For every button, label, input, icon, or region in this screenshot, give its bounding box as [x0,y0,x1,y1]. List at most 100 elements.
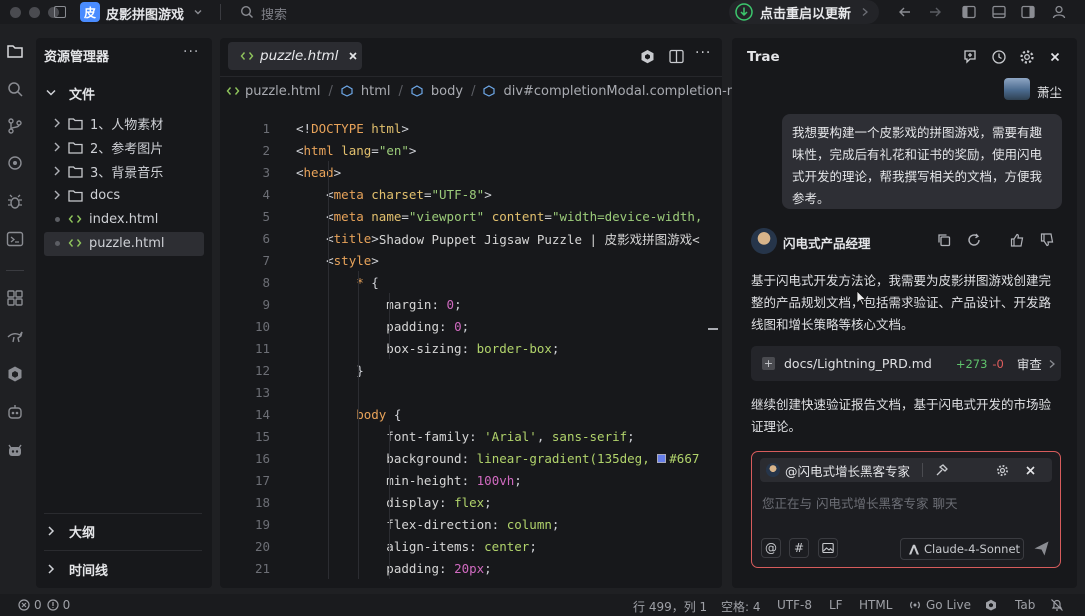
code-area[interactable]: 1 <! DOCTYPE html >2 < html lang = "en" >3 < head >… [220,106,722,588]
update-button[interactable]: 点击重启以更新 [729,0,879,24]
image-button[interactable] [818,538,838,558]
code-line[interactable]: 14 body { [220,403,401,425]
tree-folder[interactable]: docs [52,184,120,206]
code-line[interactable]: 7 < style > [220,249,378,271]
breadcrumb-item[interactable]: puzzle.html [245,84,321,99]
minimize-window-button[interactable] [29,6,40,18]
line-ending[interactable]: LF [829,598,843,612]
indentation[interactable]: 空格: 4 [721,598,761,615]
source-control-icon[interactable] [6,117,24,135]
tree-folder[interactable]: 1、人物素材 [52,112,163,134]
code-line[interactable]: 1 <! DOCTYPE html > [220,117,408,139]
close-icon[interactable] [1026,465,1035,475]
sidebar-toggle-icon[interactable] [54,6,66,18]
bot-face-icon[interactable] [6,440,24,458]
cursor-position[interactable]: 行 499，列 1 [633,598,707,615]
code-line[interactable]: 17 min-height: 100vh; [220,469,522,491]
tree-folder[interactable]: 3、背景音乐 [52,160,163,182]
notifications-muted-icon[interactable] [1050,598,1064,612]
chevron-down-icon[interactable] [193,7,203,17]
files-section-header[interactable]: 文件 [44,82,95,104]
close-icon[interactable] [1050,52,1060,62]
hammer-icon[interactable] [935,463,948,477]
kangaroo-icon[interactable] [6,327,24,345]
code-line[interactable]: 20 align-items: center; [220,535,537,557]
more-actions-icon[interactable]: ··· [695,45,711,61]
thumbs-down-icon[interactable] [1040,233,1054,247]
forward-arrow-icon[interactable] [928,5,942,19]
breadcrumb-separator: / [328,83,333,99]
toggle-left-panel-icon[interactable] [962,5,976,19]
tree-file[interactable]: puzzle.html [52,232,165,254]
debug-icon[interactable] [6,193,24,211]
account-icon[interactable] [1052,5,1066,19]
history-icon[interactable] [991,49,1007,65]
tab-puzzle-html[interactable]: puzzle.html [228,42,362,70]
search-input[interactable]: 搜索 [261,4,287,23]
code-line[interactable]: 21 padding: 20px; [220,557,492,579]
mention-button[interactable]: @ [761,538,781,558]
problems-indicator[interactable]: 0 0 [18,597,70,613]
hash-button[interactable]: # [789,538,809,558]
code-line[interactable]: 18 display: flex; [220,491,492,513]
send-icon[interactable] [1033,540,1050,557]
review-button[interactable]: 审查 [1017,354,1042,373]
cube-icon[interactable] [985,599,997,611]
terminal-icon[interactable] [6,230,24,248]
timeline-section-header[interactable]: 时间线 [44,558,108,580]
remote-icon[interactable] [6,154,24,172]
cube-icon[interactable] [6,365,24,383]
new-chat-icon[interactable] [962,49,978,65]
search-icon[interactable] [240,5,254,19]
copy-icon[interactable] [937,233,951,247]
outline-section-header[interactable]: 大纲 [44,520,95,542]
chat-input-box[interactable]: @闪电式增长黑客专家 您正在与 闪电式增长黑客专家 聊天 @ # Claude-… [751,451,1061,568]
breadcrumb-item[interactable]: body [431,84,463,99]
thumbs-up-icon[interactable] [1010,233,1024,247]
close-window-button[interactable] [10,6,21,18]
cube-icon[interactable] [640,49,655,64]
code-line[interactable]: 9 margin: 0; [220,293,461,315]
toggle-bottom-panel-icon[interactable] [992,5,1006,19]
explorer-icon[interactable] [6,42,24,60]
search-icon[interactable] [6,80,24,98]
tab-indicator[interactable]: Tab [1015,598,1035,612]
robot-icon[interactable] [6,403,24,421]
gear-icon[interactable] [1019,49,1035,65]
gear-icon[interactable] [996,464,1009,477]
file-change-card[interactable]: + docs/Lightning_PRD.md +273 -0 审查 [751,346,1061,381]
code-line[interactable]: 16 background: linear-gradient(135deg, #… [220,447,699,469]
split-editor-icon[interactable] [669,49,684,64]
toggle-right-panel-icon[interactable] [1021,5,1035,19]
go-live-button[interactable]: Go Live [909,597,971,613]
code-line[interactable]: 6 < title > Shadow Puppet Jigsaw Puzzle | 皮… [220,227,699,249]
tree-folder[interactable]: 2、参考图片 [52,136,163,158]
close-icon[interactable] [348,51,358,61]
breadcrumb-item[interactable]: html [361,84,391,99]
regenerate-icon[interactable] [967,233,981,247]
code-line[interactable]: 3 < head > [220,161,341,183]
code-line[interactable]: 11 box-sizing: border-box; [220,337,560,359]
encoding[interactable]: UTF-8 [777,598,812,612]
code-line[interactable]: 15 font-family: 'Arial', sans-serif; [220,425,635,447]
code-line[interactable]: 8 * { [220,271,378,293]
code-line[interactable]: 12 } [220,359,364,381]
code-line[interactable]: 19 flex-direction: column; [220,513,559,535]
language-mode[interactable]: HTML [859,598,892,612]
line-number: 13 [254,384,270,400]
model-selector[interactable]: Claude-4-Sonnet [900,538,1024,560]
color-swatch-icon[interactable] [657,453,667,463]
extensions-icon[interactable] [6,289,24,307]
code-line[interactable]: 4 < meta charset = "UTF-8" > [220,183,491,205]
back-arrow-icon[interactable] [898,5,912,19]
tree-file[interactable]: index.html [52,208,158,230]
project-name[interactable]: 皮影拼图游戏 [106,4,184,23]
code-line[interactable]: 10 padding: 0; [220,315,469,337]
more-actions-icon[interactable]: ··· [183,44,199,60]
code-line[interactable]: 13 [220,381,296,403]
breadcrumb-item[interactable]: div#completionModal.completion-moda [503,84,763,99]
code-line[interactable]: 2 < html lang = "en" > [220,139,416,161]
code-line[interactable]: 5 < meta name = "viewport" content = "width=d… [220,205,702,227]
agent-chip[interactable]: @闪电式增长黑客专家 [760,458,1052,482]
chat-input-placeholder[interactable]: 您正在与 闪电式增长黑客专家 聊天 [762,493,957,512]
